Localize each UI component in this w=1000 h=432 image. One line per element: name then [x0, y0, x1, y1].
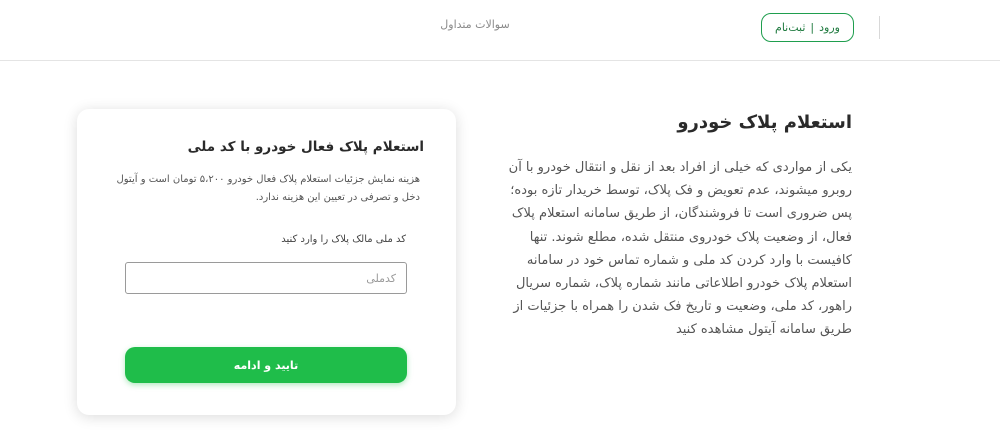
top-header: ورود | ثبت‌نام سوالات متداول: [0, 0, 1000, 61]
plate-inquiry-card: استعلام پلاک فعال خودرو با کد ملی هزینه …: [77, 109, 456, 415]
login-register-button[interactable]: ورود | ثبت‌نام: [761, 13, 854, 42]
article-title: استعلام پلاک خودرو: [677, 112, 852, 133]
faq-link[interactable]: سوالات متداول: [435, 18, 515, 36]
login-label: ورود: [819, 21, 840, 34]
article-section: استعلام پلاک خودرو یکی از مواردی که خیلی…: [490, 106, 852, 342]
register-label: ثبت‌نام: [775, 21, 806, 34]
confirm-continue-button[interactable]: تایید و ادامه: [125, 347, 407, 383]
header-divider: [879, 16, 880, 39]
national-id-label: کد ملی مالک پلاک را وارد کنید: [281, 234, 406, 245]
fee-note: هزینه نمایش جزئیات استعلام پلاک فعال خود…: [116, 174, 421, 203]
article-body: یکی از مواردی که خیلی از افراد بعد از نق…: [508, 160, 852, 338]
login-separator: |: [810, 21, 815, 34]
national-id-input[interactable]: [125, 262, 407, 294]
form-title: استعلام پلاک فعال خودرو با کد ملی: [187, 139, 424, 155]
